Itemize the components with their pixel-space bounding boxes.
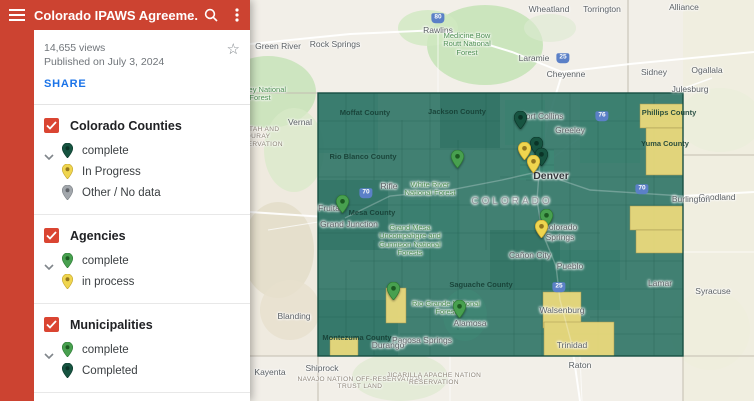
green-pin-icon (61, 253, 73, 268)
map-pin[interactable] (387, 282, 400, 305)
map-info: 14,655 views Published on July 3, 2024 S… (34, 30, 250, 105)
my-maps-app: WheatlandTorringtonAllianceRawlinsLarami… (0, 0, 754, 401)
map-pin[interactable] (527, 155, 540, 178)
legend-item-label: complete (82, 255, 129, 267)
legend-item[interactable]: Other / No data (61, 185, 161, 200)
legend: Colorado Counties complete In Progress Othe… (34, 105, 250, 393)
map-pin[interactable] (514, 111, 527, 134)
legend-item[interactable]: Completed (61, 363, 138, 378)
legend-section: Colorado Counties complete In Progress Othe… (34, 105, 250, 215)
layer-checkbox[interactable] (44, 118, 59, 133)
legend-section-head: Municipalities (44, 317, 240, 332)
layer-title: Agencies (70, 229, 126, 243)
map-canvas[interactable]: WheatlandTorringtonAllianceRawlinsLarami… (250, 0, 754, 401)
favorite-star-icon[interactable]: ☆ (227, 42, 240, 57)
legend-item-label: in process (82, 276, 134, 288)
legend-item-label: In Progress (82, 166, 141, 178)
collapse-chevron-icon[interactable] (44, 143, 61, 200)
legend-section: Municipalities complete Completed (34, 304, 250, 393)
dark-pin-icon (61, 143, 73, 158)
map-base-art (250, 0, 754, 401)
legend-item[interactable]: complete (61, 342, 138, 357)
legend-section-head: Colorado Counties (44, 118, 240, 133)
legend-item[interactable]: complete (61, 253, 134, 268)
sidebar-panel: 14,655 views Published on July 3, 2024 S… (34, 30, 250, 401)
gray-pin-icon (61, 185, 73, 200)
map-pin[interactable] (453, 300, 466, 323)
legend-section-head: Agencies (44, 228, 240, 243)
yellow-pin-icon (61, 274, 73, 289)
layer-title: Municipalities (70, 318, 153, 332)
published-date: Published on July 3, 2024 (44, 56, 238, 68)
legend-item[interactable]: complete (61, 143, 161, 158)
legend-section: Agencies complete in process (34, 215, 250, 304)
hamburger-menu-icon[interactable] (0, 9, 34, 21)
yellow-pin-icon (61, 164, 73, 179)
legend-item-label: Completed (82, 365, 138, 377)
legend-item-label: Other / No data (82, 187, 161, 199)
share-button[interactable]: SHARE (44, 78, 87, 90)
layer-checkbox[interactable] (44, 228, 59, 243)
sidebar-header: Colorado IPAWS Agreeme... (0, 0, 250, 30)
map-pin[interactable] (336, 195, 349, 218)
green-pin-icon (61, 342, 73, 357)
legend-item[interactable]: In Progress (61, 164, 161, 179)
map-pin[interactable] (535, 220, 548, 243)
collapse-chevron-icon[interactable] (44, 342, 61, 378)
overflow-menu-icon[interactable] (224, 8, 250, 22)
sidebar-red-strip (0, 0, 34, 401)
legend-item-label: complete (82, 145, 129, 157)
dark-pin-icon (61, 363, 73, 378)
map-pin[interactable] (451, 150, 464, 173)
legend-item-label: complete (82, 344, 129, 356)
search-icon[interactable] (198, 8, 224, 22)
layer-checkbox[interactable] (44, 317, 59, 332)
map-title: Colorado IPAWS Agreeme... (34, 8, 198, 23)
views-count: 14,655 views (44, 42, 238, 54)
layer-title: Colorado Counties (70, 119, 182, 133)
collapse-chevron-icon[interactable] (44, 253, 61, 289)
sidebar: Colorado IPAWS Agreeme... 14,655 views P… (0, 0, 250, 401)
legend-item[interactable]: in process (61, 274, 134, 289)
